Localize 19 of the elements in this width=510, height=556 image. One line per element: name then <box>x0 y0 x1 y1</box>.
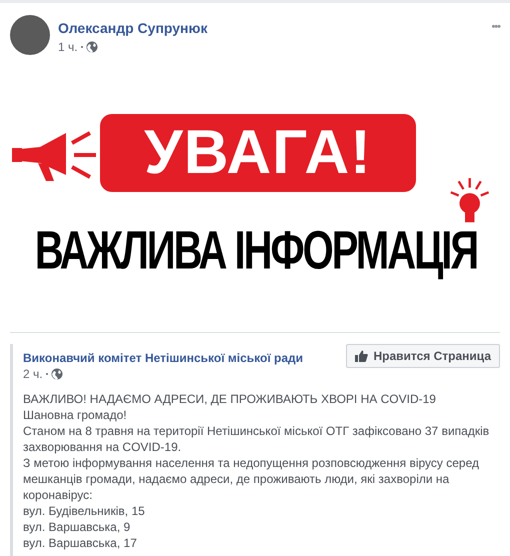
post-text-line: Шановна громадо! <box>23 407 128 423</box>
post-time[interactable]: 2 ч. <box>23 366 43 382</box>
post-text-line: ВАЖЛИВО! НАДАЄМО АДРЕСИ, ДЕ ПРОЖИВАЮТЬ ХВОРІ НА COVID-19 <box>23 391 437 407</box>
post-text-line: З метою інформування населення та недопущення розповсюдження вірусу серед мешканців громади, надаємо адреси, де проживають люди, які захворіли на коронавірус: <box>23 455 480 503</box>
post-text-line: Станом на 8 травня на території Нетішинської міської ОТГ зафіксовано 37 випадків захворювання на COVID-19. <box>23 423 490 455</box>
like-page-button[interactable]: Нравится Страница <box>346 344 500 368</box>
author-link[interactable]: Олександр Супрунюк <box>58 19 208 37</box>
globe-icon <box>86 41 98 53</box>
globe-icon <box>50 368 63 380</box>
warning-banner: УВАГА! <box>100 114 416 192</box>
headline: ВАЖЛИВА ІНФОРМАЦІЯ <box>34 224 478 278</box>
post-time[interactable]: 1 ч. <box>58 39 78 55</box>
avatar[interactable] <box>10 15 50 55</box>
post-text-line: вул. Варшавська, 9 <box>23 519 132 535</box>
post-text-line: вул. Будівельників, 15 <box>23 503 146 519</box>
megaphone-icon <box>10 129 98 183</box>
post-text-line: вул. Варшавська, 17 <box>23 535 138 551</box>
page-name-link[interactable]: Виконавчий комітет Нетішинської міської ради <box>23 350 304 366</box>
thumbs-up-icon <box>355 350 368 362</box>
